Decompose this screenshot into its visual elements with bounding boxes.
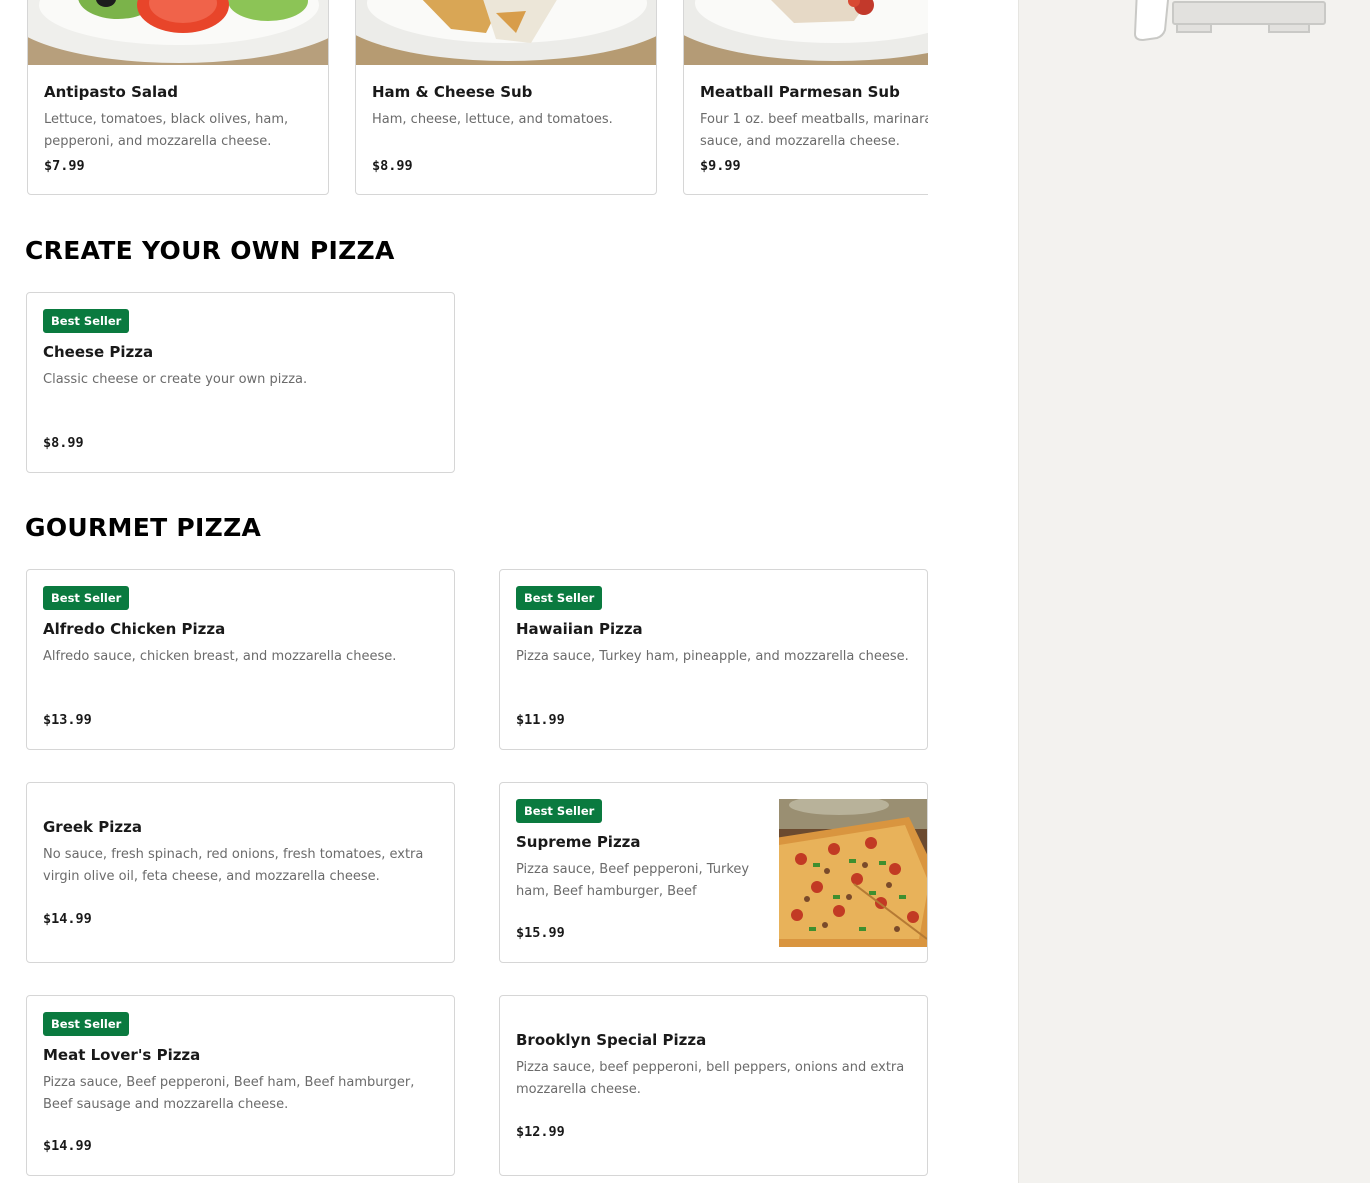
menu-item-card[interactable]: Antipasto Salad Lettuce, tomatoes, black… (27, 0, 329, 195)
ham-cheese-sub-image (356, 0, 656, 65)
menu-main: Antipasto Salad Lettuce, tomatoes, black… (0, 0, 1018, 1183)
best-seller-badge: Best Seller (516, 586, 603, 610)
item-price: $12.99 (516, 1124, 565, 1140)
item-description: Alfredo sauce, chicken breast, and mozza… (43, 649, 397, 664)
item-name: Brooklyn Special Pizza (516, 1031, 707, 1049)
menu-item-card[interactable]: Ham & Cheese Sub Ham, cheese, lettuce, a… (355, 0, 657, 195)
item-price: $14.99 (43, 1138, 92, 1154)
item-description: Pizza sauce, Beef pepperoni, Turkey ham,… (516, 862, 750, 899)
section-title: GOURMET PIZZA (25, 513, 262, 542)
item-price: $7.99 (44, 158, 85, 174)
item-description: No sauce, fresh spinach, red onions, fre… (43, 847, 424, 884)
item-name: Greek Pizza (43, 818, 142, 836)
item-name: Alfredo Chicken Pizza (43, 620, 226, 638)
menu-item-card[interactable]: Brooklyn Special Pizza Pizza sauce, beef… (499, 995, 928, 1176)
cart-sidebar (1018, 0, 1370, 1183)
item-description: Pizza sauce, beef pepperoni, bell pepper… (516, 1060, 905, 1097)
item-price: $15.99 (516, 925, 565, 941)
menu-item-card[interactable]: Greek Pizza No sauce, fresh spinach, red… (26, 782, 455, 963)
item-name: Hawaiian Pizza (516, 620, 643, 638)
item-name: Meat Lover's Pizza (43, 1046, 201, 1064)
supreme-pizza-image (779, 799, 927, 947)
menu-item-card[interactable]: Best Seller Alfredo Chicken Pizza Alfred… (26, 569, 455, 750)
item-price: $8.99 (43, 435, 84, 451)
meatball-parmesan-sub-image (684, 0, 928, 65)
best-seller-badge: Best Seller (43, 309, 130, 333)
menu-item-card[interactable]: Best Seller Supreme Pizza Pizza sauce, B… (499, 782, 928, 963)
menu-item-card[interactable]: Best Seller Cheese Pizza Classic cheese … (26, 292, 455, 473)
menu-carousel[interactable]: Antipasto Salad Lettuce, tomatoes, black… (0, 0, 928, 200)
item-description: Four 1 oz. beef meatballs, marinara sauc… (700, 112, 928, 149)
item-description: Classic cheese or create your own pizza. (43, 372, 308, 387)
item-price: $8.99 (372, 158, 413, 174)
item-price: $14.99 (43, 911, 92, 927)
item-description: Ham, cheese, lettuce, and tomatoes. (372, 112, 613, 127)
menu-item-card[interactable]: Best Seller Meat Lover's Pizza Pizza sau… (26, 995, 455, 1176)
best-seller-badge: Best Seller (43, 586, 130, 610)
item-description: Lettuce, tomatoes, black olives, ham, pe… (44, 112, 289, 149)
best-seller-badge: Best Seller (43, 1012, 130, 1036)
empty-cart-illustration-icon (1127, 0, 1337, 42)
item-name: Cheese Pizza (43, 343, 154, 361)
menu-item-card[interactable]: Meatball Parmesan Sub Four 1 oz. beef me… (683, 0, 928, 195)
item-name: Supreme Pizza (516, 833, 641, 851)
item-price: $11.99 (516, 712, 565, 728)
antipasto-salad-image (28, 0, 328, 65)
best-seller-badge: Best Seller (516, 799, 603, 823)
item-description: Pizza sauce, Beef pepperoni, Beef ham, B… (43, 1075, 415, 1112)
item-price: $9.99 (700, 158, 741, 174)
item-description: Pizza sauce, Turkey ham, pineapple, and … (516, 649, 909, 664)
item-name: Ham & Cheese Sub (372, 83, 533, 101)
item-price: $13.99 (43, 712, 92, 728)
section-title: CREATE YOUR OWN PIZZA (25, 236, 395, 265)
item-name: Meatball Parmesan Sub (700, 83, 900, 101)
menu-item-card[interactable]: Best Seller Hawaiian Pizza Pizza sauce, … (499, 569, 928, 750)
item-name: Antipasto Salad (44, 83, 179, 101)
